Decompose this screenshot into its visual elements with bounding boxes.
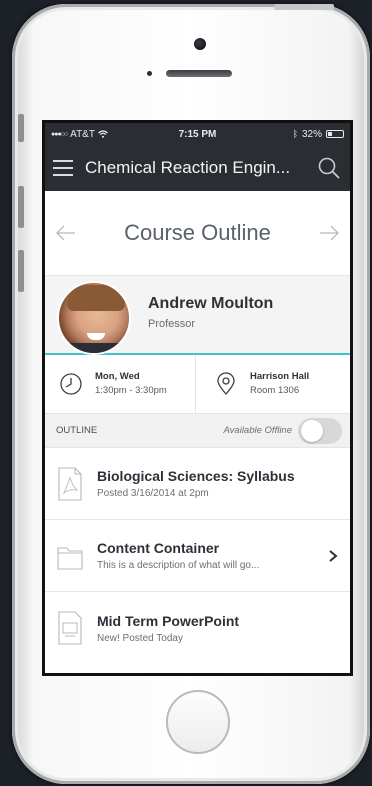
location-building: Harrison Hall	[250, 371, 310, 382]
list-item[interactable]: Mid Term PowerPoint New! Posted Today	[45, 592, 350, 664]
location-cell[interactable]: Harrison Hall Room 1306	[195, 355, 350, 413]
folder-icon	[57, 546, 83, 570]
volume-down-button	[18, 250, 24, 292]
page-header: Course Outline	[45, 191, 350, 276]
instructor-role: Professor	[148, 318, 196, 330]
search-icon[interactable]	[316, 155, 342, 181]
pdf-file-icon	[58, 466, 82, 501]
mute-switch	[18, 114, 24, 142]
location-pin-icon	[217, 372, 235, 395]
schedule-days: Mon, Wed	[95, 371, 140, 382]
course-info-row: Mon, Wed 1:30pm - 3:30pm Harrison Hall R…	[45, 355, 350, 414]
status-bar: ●●●○○ AT&T 7:15 PM ᛒ 32%	[45, 123, 350, 145]
available-offline-toggle[interactable]	[298, 417, 342, 444]
nav-bar: Chemical Reaction Engin...	[45, 145, 350, 191]
chevron-right-icon[interactable]	[326, 549, 340, 563]
item-title: Content Container	[97, 540, 220, 556]
instructor-card[interactable]: Andrew Moulton Professor	[45, 276, 350, 355]
outline-list: Biological Sciences: Syllabus Posted 3/1…	[45, 448, 350, 664]
item-subtitle: This is a description of what will go...	[97, 560, 260, 571]
schedule-cell: Mon, Wed 1:30pm - 3:30pm	[45, 355, 195, 413]
item-subtitle: New! Posted Today	[97, 632, 183, 644]
instructor-name: Andrew Moulton	[148, 295, 274, 312]
arrow-right-icon[interactable]	[318, 224, 340, 242]
menu-icon[interactable]	[53, 160, 73, 176]
course-app: ●●●○○ AT&T 7:15 PM ᛒ 32% Chemical Reacti…	[45, 123, 350, 673]
outline-bar: OUTLINE Available Offline	[45, 414, 350, 448]
home-button[interactable]	[166, 690, 230, 754]
item-subtitle: Posted 3/16/2014 at 2pm	[97, 488, 209, 499]
earpiece-speaker	[166, 70, 232, 77]
front-camera	[194, 38, 206, 50]
page-title: Course Outline	[124, 220, 271, 245]
avatar	[57, 281, 131, 355]
list-item[interactable]: Content Container This is a description …	[45, 520, 350, 592]
battery-icon	[326, 130, 344, 138]
clock: 7:15 PM	[178, 128, 217, 140]
location-room: Room 1306	[250, 385, 300, 396]
arrow-left-icon[interactable]	[55, 224, 77, 242]
presentation-file-icon	[58, 611, 82, 645]
available-offline-label: Available Offline	[223, 425, 292, 436]
course-title: Chemical Reaction Engin...	[85, 158, 291, 177]
list-item[interactable]: Biological Sciences: Syllabus Posted 3/1…	[45, 448, 350, 520]
volume-up-button	[18, 186, 24, 228]
item-title: Biological Sciences: Syllabus	[97, 468, 295, 484]
clock-icon	[60, 373, 82, 395]
schedule-hours: 1:30pm - 3:30pm	[95, 385, 167, 396]
power-button	[274, 4, 334, 10]
phone-screen: ●●●○○ AT&T 7:15 PM ᛒ 32% Chemical Reacti…	[42, 120, 353, 676]
item-title: Mid Term PowerPoint	[97, 612, 240, 629]
proximity-sensor	[147, 71, 152, 76]
outline-label: OUTLINE	[56, 425, 98, 436]
